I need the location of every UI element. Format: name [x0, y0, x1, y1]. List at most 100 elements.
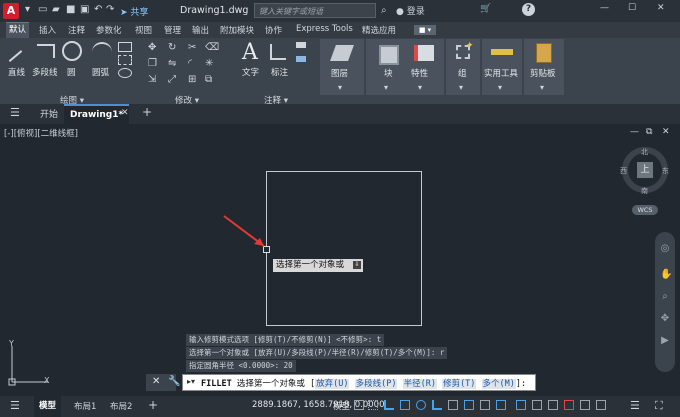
drawn-rectangle[interactable] — [266, 171, 422, 326]
new-file-icon[interactable]: ▭ — [38, 5, 48, 15]
selection-cycling-icon[interactable] — [496, 400, 506, 410]
menu-arrow-icon[interactable]: ▾ — [25, 5, 35, 15]
annotation-visibility-icon[interactable] — [516, 400, 526, 410]
tab-drawing1[interactable]: Drawing1* — [64, 104, 130, 124]
save-icon[interactable]: ■ — [66, 5, 76, 15]
hatch-icon[interactable] — [118, 55, 132, 65]
viewport-restore-icon[interactable]: ⧉ — [646, 127, 652, 137]
clipboard-dropdown-icon[interactable]: ▾ — [540, 83, 544, 92]
viewport-controls[interactable]: [-][俯视][二维线框] — [4, 127, 78, 139]
stretch-icon[interactable]: ⇲ — [148, 74, 156, 85]
model-space-toggle[interactable]: 模型 — [333, 400, 350, 412]
steering-wheel-icon[interactable]: ◎ — [660, 244, 670, 254]
offset-icon[interactable]: ⧉ — [205, 74, 212, 85]
zoom-icon[interactable]: ⌕ — [660, 292, 670, 302]
option-trim[interactable]: 修剪(T) — [442, 379, 477, 389]
menu-icon[interactable]: ☰ — [10, 106, 20, 119]
redo-icon[interactable]: ↷ — [106, 5, 116, 15]
group-panel[interactable]: ✦ 组 ▾ — [446, 39, 480, 95]
wcs-menu[interactable]: WCS — [632, 205, 658, 215]
option-radius[interactable]: 半径(R) — [402, 379, 437, 389]
tab-output[interactable]: 输出 — [192, 24, 209, 36]
tool-circle[interactable]: 圆 — [67, 66, 76, 78]
units-icon[interactable] — [580, 400, 590, 410]
layers-panel[interactable]: 图层 ▾ — [320, 39, 364, 95]
share-button[interactable]: ➤ 共享 — [120, 5, 148, 18]
explode-icon[interactable]: ✳ — [205, 58, 213, 69]
compass-north[interactable]: 北 — [641, 147, 648, 157]
tab-layout1[interactable]: 布局1 — [74, 400, 96, 412]
quick-properties-icon[interactable] — [596, 400, 606, 410]
erase-icon[interactable]: ⌫ — [205, 42, 219, 53]
add-layout-plus-icon[interactable]: + — [148, 398, 158, 412]
tab-default[interactable]: 默认 — [6, 22, 30, 39]
group-dropdown-icon[interactable]: ▾ — [459, 83, 463, 92]
command-line-input[interactable]: ▸▾ FILLET 选择第一个对象或 [放弃(U) 多段线(P) 半径(R) 修… — [182, 374, 536, 391]
minimize-icon[interactable]: — — [600, 3, 609, 13]
tab-insert[interactable]: 插入 — [39, 24, 56, 36]
ellipse-icon[interactable] — [118, 68, 132, 78]
ortho-icon[interactable] — [384, 400, 394, 410]
block-dropdown-icon[interactable]: ▾ — [384, 83, 388, 92]
command-close-icon[interactable]: ✕ — [152, 376, 160, 387]
osnap-icon[interactable] — [416, 400, 426, 410]
tool-polyline[interactable]: 多段线 — [32, 66, 58, 78]
fullscreen-icon[interactable]: ⛶ — [655, 399, 663, 413]
pan-icon[interactable]: ✋ — [660, 270, 672, 280]
tab-addins[interactable]: 附加模块 — [220, 24, 254, 36]
layout-menu-icon[interactable]: ☰ — [10, 399, 20, 412]
tab-layout2[interactable]: 布局2 — [110, 400, 132, 412]
workspace-gear-icon[interactable] — [548, 400, 558, 410]
dynamic-ucs-icon[interactable] — [464, 400, 474, 410]
option-multiple[interactable]: 多个(M) — [481, 379, 516, 389]
table-icon[interactable] — [296, 42, 306, 48]
save-as-icon[interactable]: ▣ — [80, 5, 90, 15]
utilities-dropdown-icon[interactable]: ▾ — [498, 83, 502, 92]
utilities-panel[interactable]: 实用工具 ▾ — [482, 39, 522, 95]
compass-south[interactable]: 南 — [641, 186, 648, 196]
option-undo[interactable]: 放弃(U) — [315, 379, 350, 389]
option-polyline[interactable]: 多段线(P) — [354, 379, 398, 389]
annotation-scale-icon[interactable] — [532, 400, 542, 410]
viewport-minimize-icon[interactable]: — — [630, 127, 639, 137]
tab-model[interactable]: 模型 — [34, 396, 62, 417]
recent-commands-icon[interactable]: ▸▾ — [187, 377, 195, 386]
new-tab-plus-icon[interactable]: + — [142, 105, 152, 119]
tab-parametric[interactable]: 参数化 — [96, 24, 122, 36]
polar-icon[interactable] — [400, 400, 410, 410]
orbit-icon[interactable]: ✥ — [660, 314, 670, 324]
coordinates-readout[interactable]: 2889.1867, 1658.7918, 0.0000 — [252, 400, 384, 410]
tool-line[interactable]: 直线 — [8, 66, 25, 78]
viewport-close-icon[interactable]: ✕ — [662, 127, 670, 137]
layers-dropdown-icon[interactable]: ▾ — [338, 83, 342, 92]
tab-express-tools[interactable]: Express Tools — [296, 24, 353, 34]
app-logo[interactable]: A — [3, 3, 19, 19]
tool-text[interactable]: 文字 — [242, 66, 259, 78]
tool-arc[interactable]: 圆弧 — [92, 66, 109, 78]
scale-icon[interactable]: ⤢ — [168, 74, 176, 85]
tab-close-icon[interactable]: ✕ — [121, 108, 129, 118]
tooltip-options-icon[interactable]: ⇩ — [353, 261, 361, 269]
search-input[interactable]: 键入关键字或短语 — [254, 3, 376, 18]
viewcube-top-face[interactable]: 上 — [637, 162, 653, 178]
tab-start[interactable]: 开始 — [40, 107, 58, 120]
close-icon[interactable]: ✕ — [657, 3, 665, 13]
annotation-monitor-icon[interactable] — [564, 400, 574, 410]
otrack-icon[interactable] — [432, 400, 442, 410]
clipboard-panel[interactable]: 剪贴板 ▾ — [524, 39, 564, 95]
lineweight-icon[interactable] — [480, 400, 490, 410]
open-folder-icon[interactable]: ▰ — [52, 5, 62, 15]
isometric-icon[interactable] — [448, 400, 458, 410]
ribbon-toggle-button[interactable]: ■ ▾ — [414, 25, 436, 35]
tab-featured-apps[interactable]: 精选应用 — [362, 24, 396, 36]
grid-icon[interactable] — [354, 400, 364, 410]
showmotion-icon[interactable]: ▶ — [660, 336, 670, 346]
copy-icon[interactable]: ❐ — [148, 58, 157, 69]
tab-view[interactable]: 视图 — [135, 24, 152, 36]
customization-menu-icon[interactable]: ☰ — [630, 399, 640, 412]
cart-icon[interactable]: 🛒 — [480, 4, 491, 14]
command-customize-icon[interactable]: 🔧 — [168, 376, 180, 387]
array-icon[interactable]: ⊞ — [188, 74, 196, 85]
tool-dimension[interactable]: 标注 — [271, 66, 288, 78]
properties-dropdown-icon[interactable]: ▾ — [418, 83, 422, 92]
